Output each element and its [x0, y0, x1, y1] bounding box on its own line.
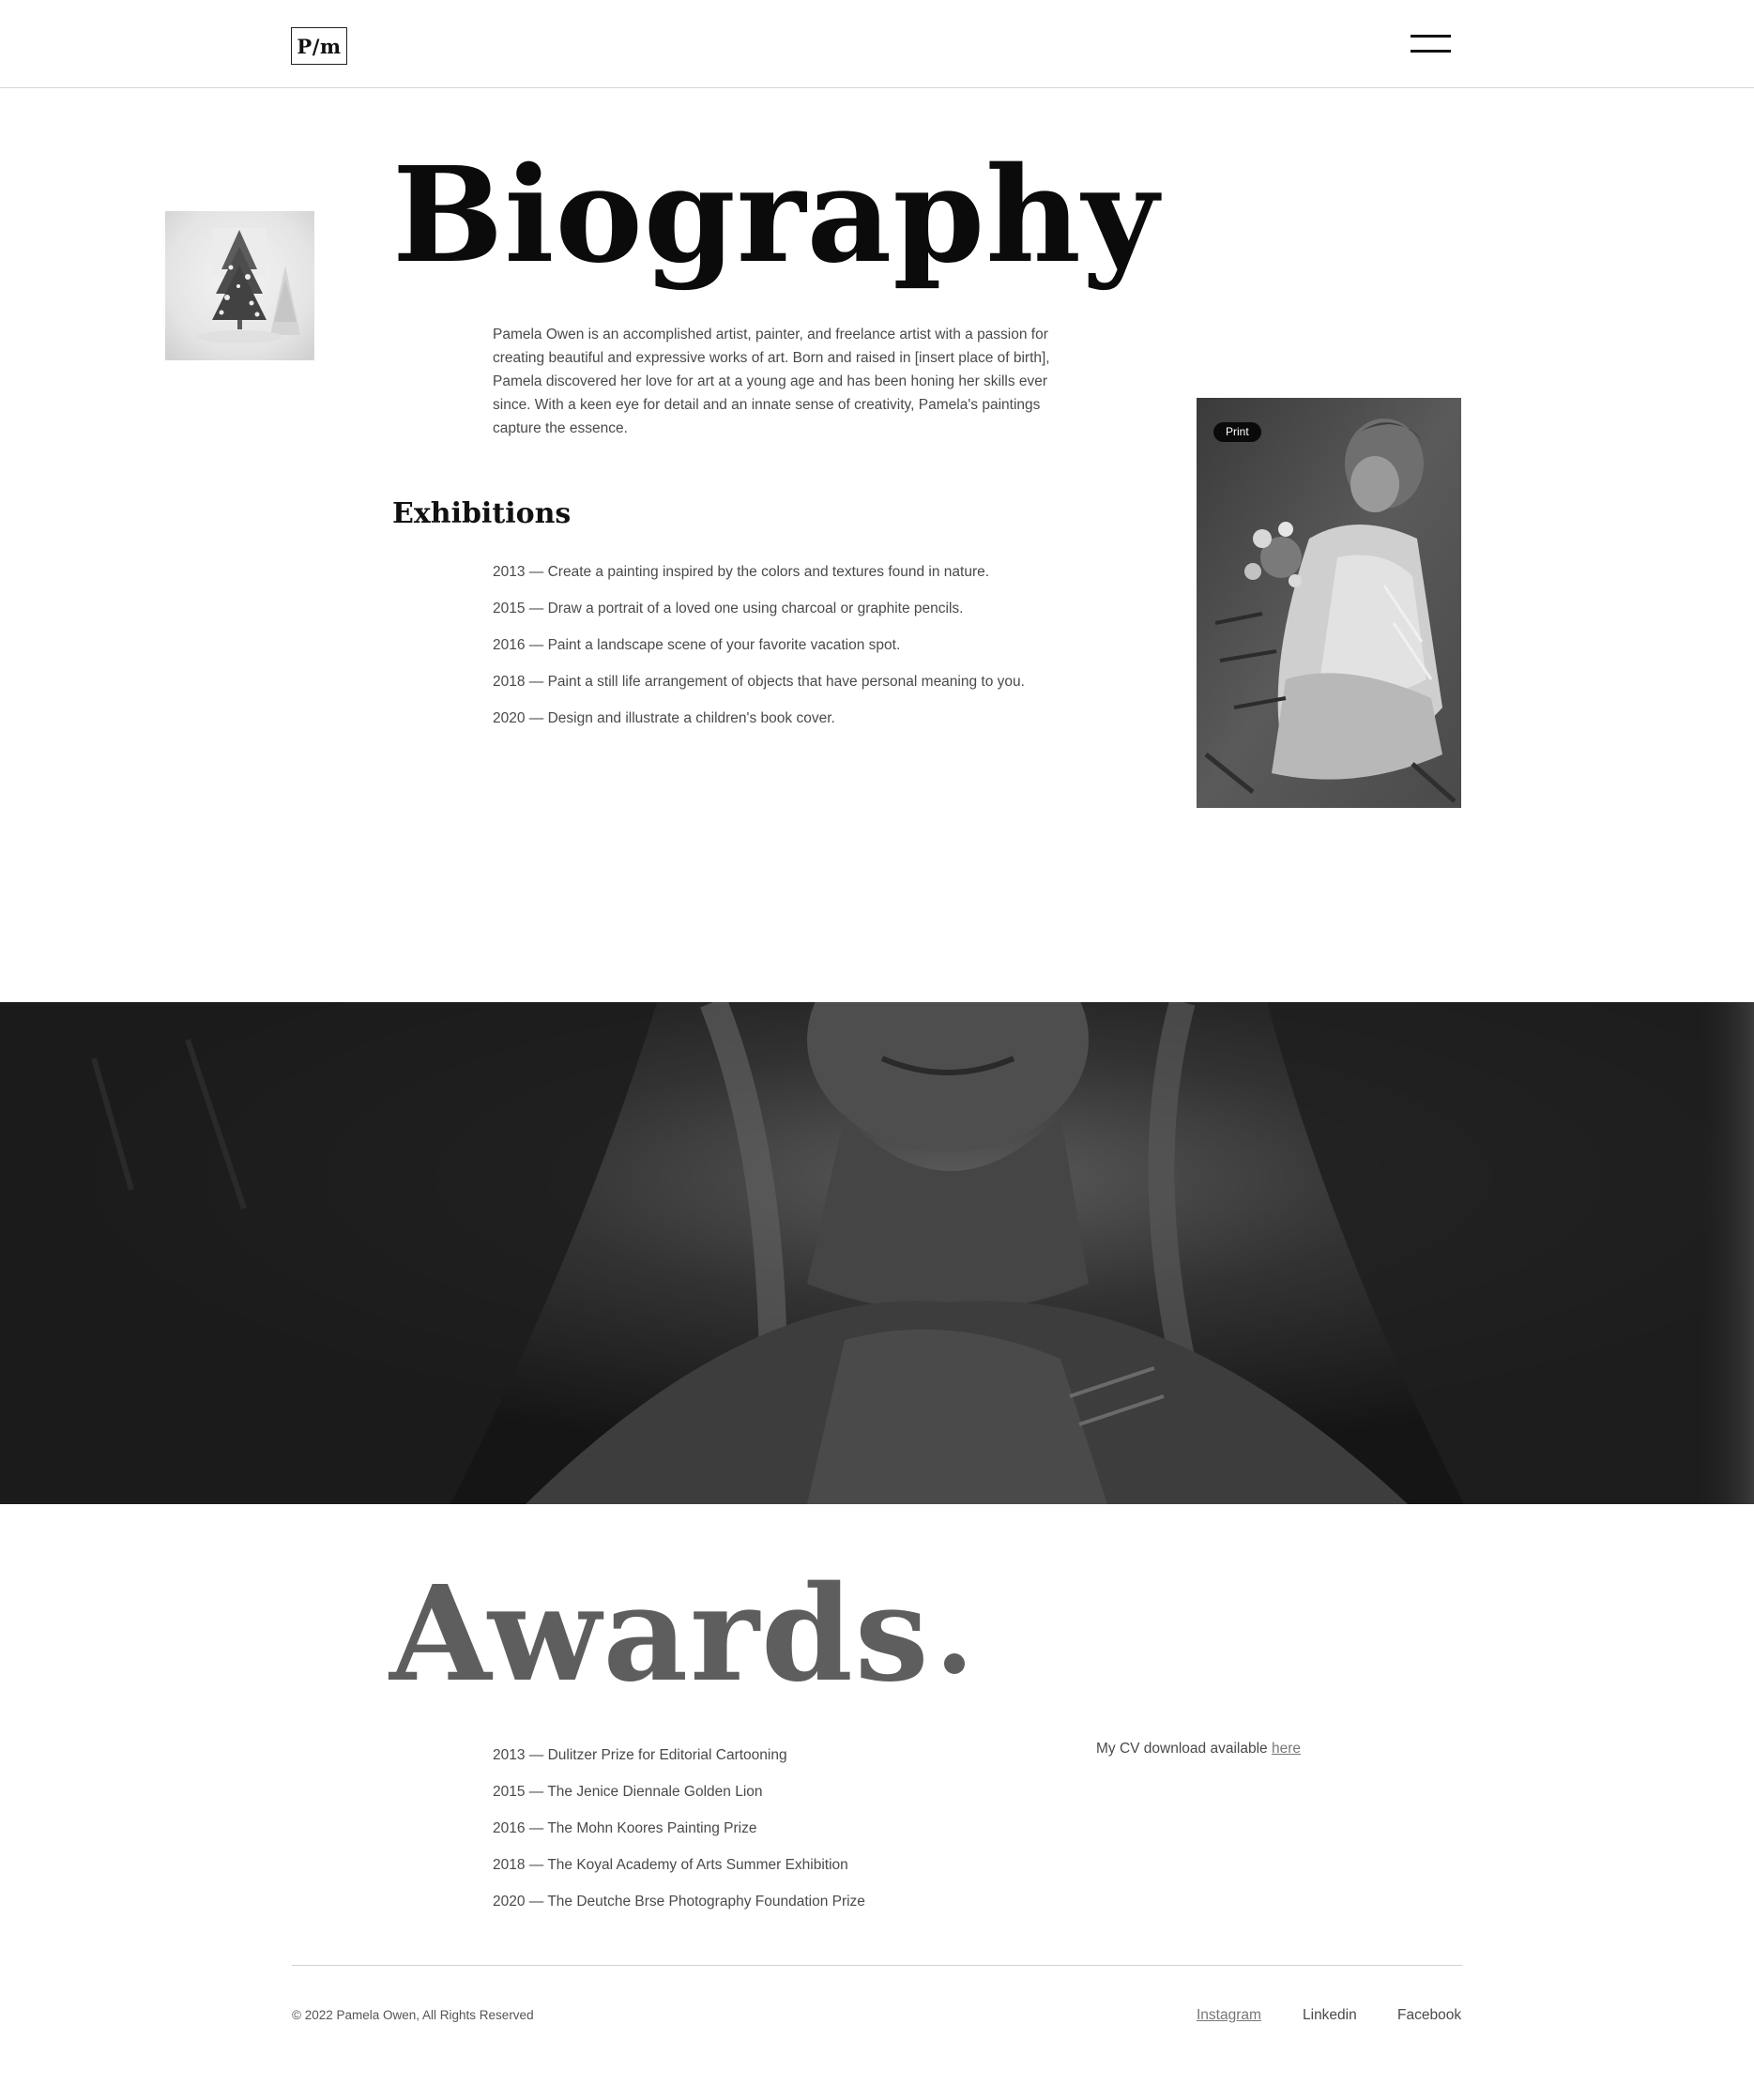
- list-item: 2013 — Create a painting inspired by the…: [493, 564, 990, 580]
- facebook-link[interactable]: Facebook: [1397, 2007, 1461, 2024]
- cv-download-text: My CV download available here: [1096, 1741, 1301, 1758]
- winter-tree-thumbnail: [165, 211, 314, 360]
- copyright-text: © 2022 Pamela Owen, All Rights Reserved: [292, 2008, 534, 2022]
- list-item: 2020 — Design and illustrate a children'…: [493, 710, 835, 726]
- portrait-banner-image: [0, 1002, 1754, 1504]
- list-item: 2015 — Draw a portrait of a loved one us…: [493, 601, 964, 616]
- list-item: 2016 — Paint a landscape scene of your f…: [493, 637, 901, 653]
- exhibitions-list: 2013 — Create a painting inspired by the…: [493, 563, 1025, 746]
- list-item: 2013 — Dulitzer Prize for Editorial Cart…: [493, 1747, 787, 1763]
- list-item: 2018 — The Koyal Academy of Arts Summer …: [493, 1857, 848, 1873]
- hamburger-menu-icon[interactable]: [1408, 32, 1453, 58]
- biography-title: Biography: [392, 139, 1160, 293]
- list-item: 2020 — The Deutche Brse Photography Foun…: [493, 1894, 865, 1910]
- print-badge[interactable]: Print: [1213, 422, 1261, 442]
- linkedin-link[interactable]: Linkedin: [1303, 2007, 1357, 2024]
- awards-list: 2013 — Dulitzer Prize for Editorial Cart…: [493, 1746, 865, 1929]
- list-item: 2018 — Paint a still life arrangement of…: [493, 674, 1025, 690]
- instagram-link[interactable]: Instagram: [1197, 2007, 1261, 2024]
- list-item: 2015 — The Jenice Diennale Golden Lion: [493, 1784, 763, 1800]
- exhibitions-title: Exhibitions: [392, 497, 572, 530]
- list-item: 2016 — The Mohn Koores Painting Prize: [493, 1820, 757, 1836]
- site-header: P/m: [0, 0, 1754, 88]
- menu-line-top: [1411, 35, 1451, 38]
- menu-line-bottom: [1411, 50, 1451, 53]
- site-logo[interactable]: P/m: [291, 27, 347, 65]
- biography-text: Pamela Owen is an accomplished artist, p…: [493, 327, 1050, 436]
- girl-painting-artwork[interactable]: Print: [1197, 398, 1461, 808]
- awards-title: Awards: [389, 1558, 931, 1712]
- awards-dot: [944, 1653, 965, 1674]
- footer-divider: [292, 1965, 1462, 1966]
- cv-download-link[interactable]: here: [1272, 1741, 1301, 1757]
- cv-download-label: My CV download available: [1096, 1741, 1268, 1757]
